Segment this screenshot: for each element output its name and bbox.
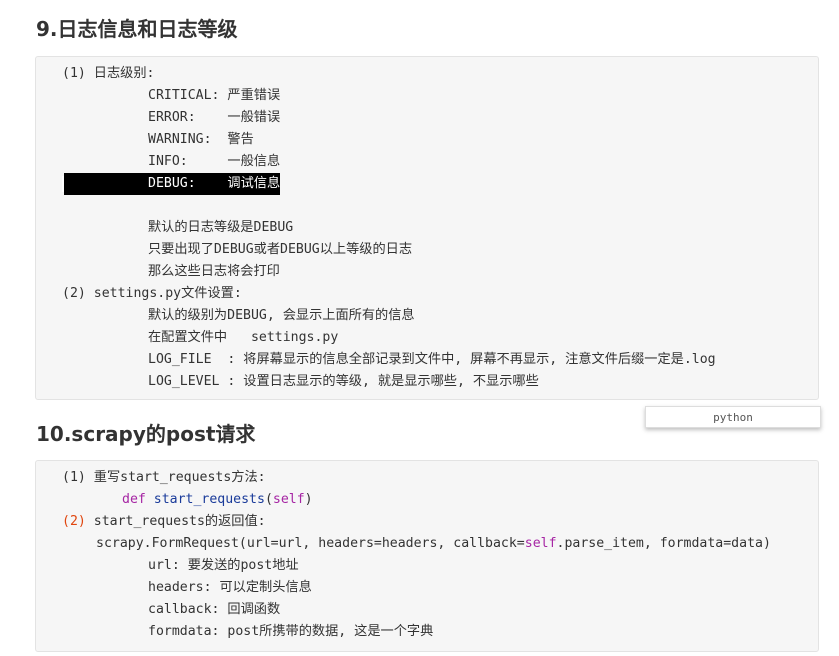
code-line-selected: DEBUG: 调试信息 — [148, 176, 281, 191]
code-line: callback: 回调函数 — [148, 602, 281, 617]
code-language-label[interactable]: python — [645, 406, 821, 428]
code-line: 默认的级别为DEBUG, 会显示上面所有的信息 — [148, 308, 415, 323]
number-marker: (2) — [62, 514, 86, 529]
function-name: start_requests — [153, 492, 265, 507]
code-text: .parse_item, formdata=data) — [556, 536, 771, 551]
paren-open: ( — [264, 492, 273, 507]
code-line: (2) settings.py文件设置: — [62, 286, 242, 301]
code-line: 默认的日志等级是DEBUG — [148, 220, 294, 235]
keyword-self: self — [272, 492, 305, 507]
section-10-heading: 10.scrapy的post请求 — [36, 422, 256, 446]
keyword-def: def — [122, 492, 146, 507]
code-line-formrequest: scrapy.FormRequest(url=url, headers=head… — [96, 533, 771, 555]
paren-close: ) — [304, 492, 313, 507]
code-line: INFO: 一般信息 — [148, 154, 281, 169]
code-line-def: def start_requests(self) — [122, 489, 313, 511]
text-cursor-icon — [62, 176, 64, 192]
code-text: scrapy.FormRequest(url=url, headers=head… — [96, 536, 525, 551]
code-line: url: 要发送的post地址 — [148, 558, 299, 573]
code-text: start_requests的返回值: — [85, 514, 266, 529]
code-line: 在配置文件中 settings.py — [148, 330, 339, 345]
code-line: (2) start_requests的返回值: — [62, 511, 266, 533]
code-line: 只要出现了DEBUG或者DEBUG以上等级的日志 — [148, 242, 413, 257]
section-9-heading: 9.日志信息和日志等级 — [36, 17, 238, 41]
code-line: LOG_LEVEL : 设置日志显示的等级, 就是显示哪些, 不显示哪些 — [148, 374, 539, 389]
code-line: ERROR: 一般错误 — [148, 110, 281, 125]
code-line: 那么这些日志将会打印 — [148, 264, 280, 279]
code-line: CRITICAL: 严重错误 — [148, 88, 281, 103]
keyword-self: self — [524, 536, 557, 551]
code-line: LOG_FILE : 将屏幕显示的信息全部记录到文件中, 屏幕不再显示, 注意文… — [148, 352, 716, 367]
code-line: headers: 可以定制头信息 — [148, 580, 312, 595]
code-line: (1) 重写start_requests方法: — [62, 470, 266, 485]
code-line: (1) 日志级别: — [62, 66, 155, 81]
code-line: WARNING: 警告 — [148, 132, 254, 147]
code-line: formdata: post所携带的数据, 这是一个字典 — [148, 624, 434, 639]
